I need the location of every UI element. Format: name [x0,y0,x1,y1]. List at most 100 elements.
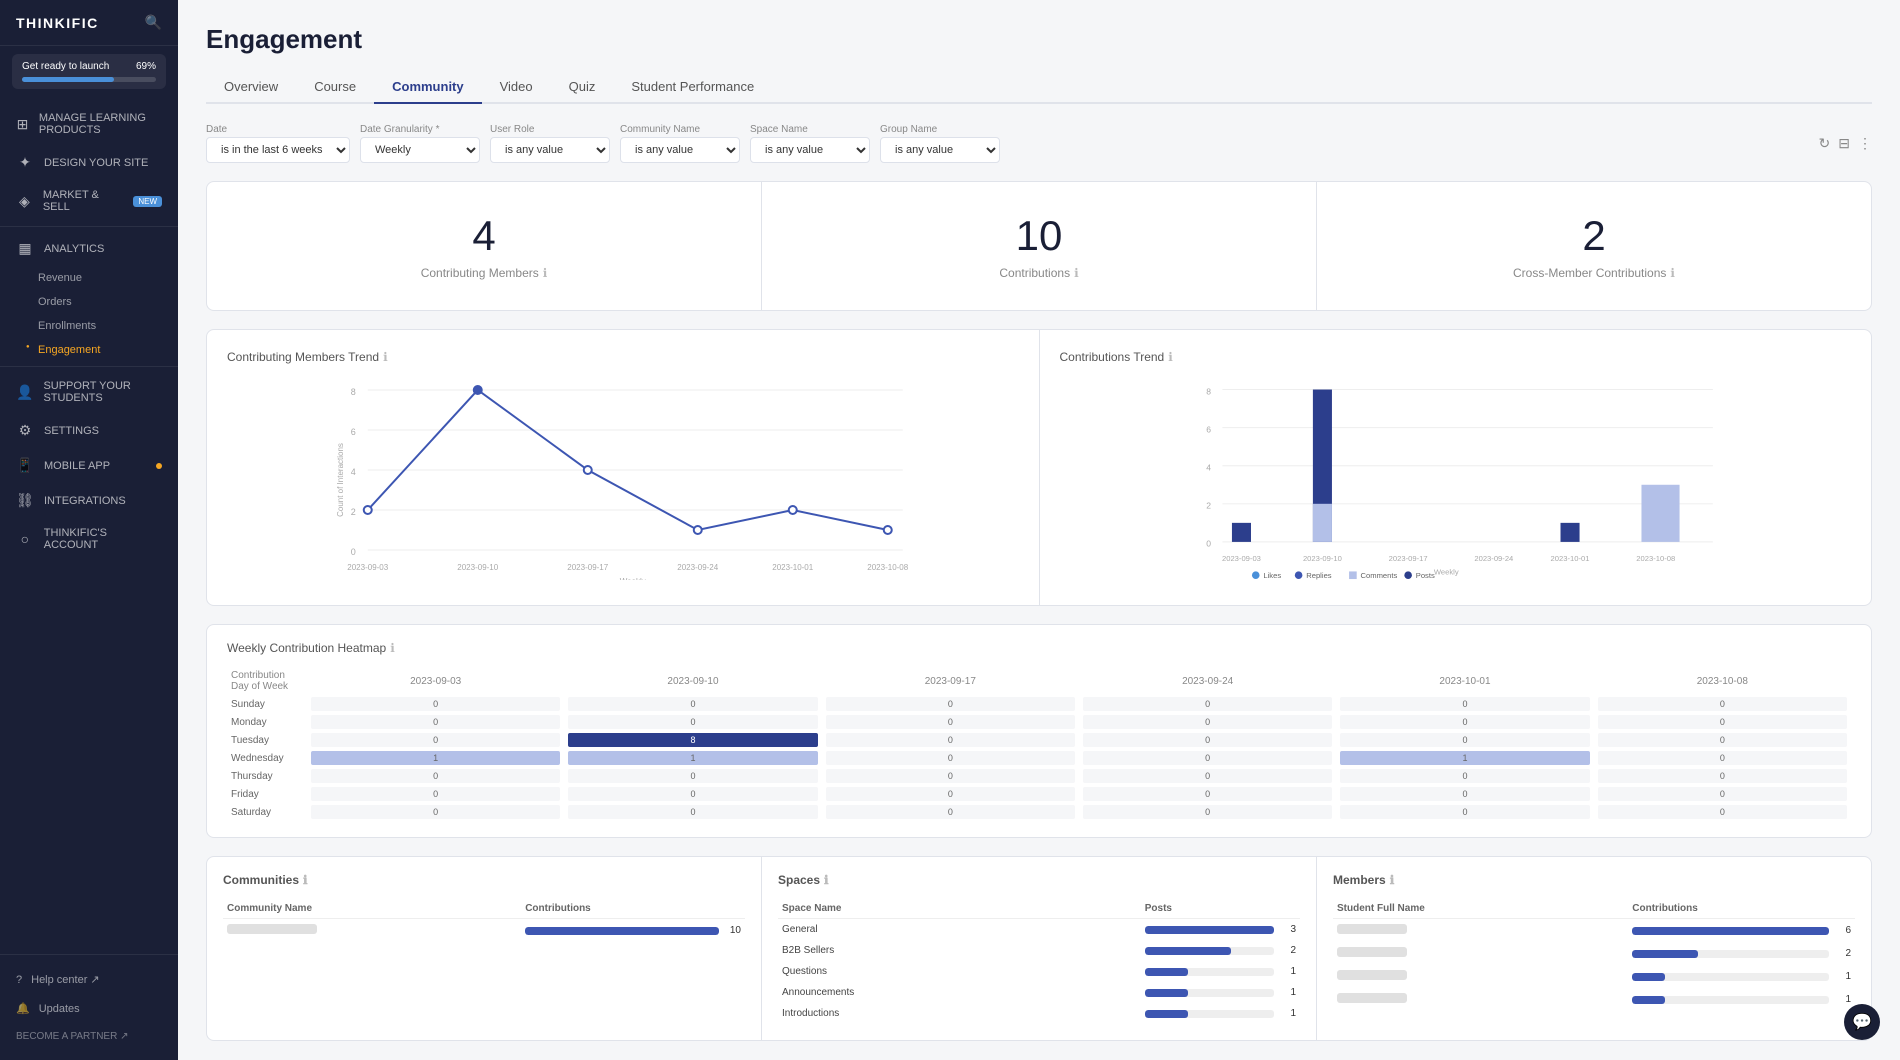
new-badge: NEW [133,196,162,207]
help-label: Help center ↗ [31,973,100,986]
granularity-select[interactable]: Weekly Daily Monthly [360,137,480,163]
sidebar-sub-revenue[interactable]: Revenue [0,266,178,290]
contributing-trend-info[interactable]: ℹ [383,350,388,364]
launch-fill [22,77,114,82]
date-select[interactable]: is in the last 6 weeks [206,137,350,163]
mobile-dot [156,463,162,469]
heatmap-cell: 0 [1079,803,1336,821]
space-bar-cell: 1 [1141,982,1300,1003]
sidebar-sub-engagement[interactable]: Engagement [0,338,178,362]
svg-text:Replies: Replies [1306,571,1332,580]
svg-text:2023-09-17: 2023-09-17 [567,563,608,572]
tab-community[interactable]: Community [374,71,482,104]
community-select[interactable]: is any value [620,137,740,163]
tab-quiz[interactable]: Quiz [551,71,614,104]
launch-pct: 69% [136,61,156,72]
contributions-info[interactable]: ℹ [1074,266,1079,280]
chat-bubble[interactable]: 💬 [1844,1004,1880,1040]
communities-info[interactable]: ℹ [303,873,308,887]
search-icon[interactable]: 🔍 [145,14,162,31]
partner-label: BECOME A PARTNER ↗ [16,1031,128,1042]
space-filter: Space Name is any value [750,124,870,163]
heatmap-cell: 0 [822,803,1079,821]
contributions-trend-info[interactable]: ℹ [1168,350,1173,364]
sidebar-item-market[interactable]: ◈ MARKET & SELL NEW [0,180,178,222]
sidebar-item-design[interactable]: ✦ DESIGN YOUR SITE [0,145,178,180]
contributing-trend-title: Contributing Members Trend ℹ [227,350,1019,364]
date-filter: Date is in the last 6 weeks [206,124,350,163]
mobile-icon: 📱 [16,457,34,474]
heatmap-cell: 0 [307,731,564,749]
svg-text:Comments: Comments [1360,571,1397,580]
members-info[interactable]: ℹ [1390,873,1395,887]
settings-label: SETTINGS [44,425,99,437]
heatmap-info[interactable]: ℹ [390,641,395,655]
sidebar-item-analytics[interactable]: ▦ ANALYTICS [0,231,178,266]
refresh-icon[interactable]: ↻ [1819,135,1831,152]
account-icon: ○ [16,531,34,547]
svg-text:2023-09-24: 2023-09-24 [677,563,718,572]
heatmap-day: Thursday [227,767,307,785]
svg-text:2023-09-10: 2023-09-10 [457,563,498,572]
cross-member-info[interactable]: ℹ [1670,266,1675,280]
members-data-table: Student Full Name Contributions 6211 [1333,899,1855,1011]
space-select[interactable]: is any value [750,137,870,163]
sidebar-sub-orders[interactable]: Orders [0,290,178,314]
sidebar-item-manage[interactable]: ⊞ MANAGE LEARNING PRODUCTS [0,103,178,145]
group-select[interactable]: is any value [880,137,1000,163]
stat-cards: 4 Contributing Members ℹ 10 Contribution… [206,181,1872,311]
enrollments-label: Enrollments [38,320,96,332]
user-role-select[interactable]: is any value [490,137,610,163]
heatmap-col-w1: 2023-09-03 [307,667,564,695]
sidebar-item-account[interactable]: ○ THINKIFIC'S ACCOUNT [0,518,178,560]
heatmap-day: Saturday [227,803,307,821]
heatmap-cell: 0 [307,695,564,713]
community-bar-cell: 10 [521,919,745,943]
sidebar-item-support[interactable]: 👤 SUPPORT YOUR STUDENTS [0,371,178,413]
updates-label: Updates [39,1003,80,1015]
communities-title: Communities ℹ [223,873,745,887]
member-name [1333,965,1628,988]
tab-bar: Overview Course Community Video Quiz Stu… [206,71,1872,104]
sidebar-item-mobile[interactable]: 📱 MOBILE APP [0,448,178,483]
cross-member-value: 2 [1341,212,1847,260]
heatmap-cell: 0 [822,749,1079,767]
integrations-icon: ⛓ [16,492,34,509]
sidebar-sub-enrollments[interactable]: Enrollments [0,314,178,338]
group-filter: Group Name is any value [880,124,1000,163]
page-title: Engagement [206,24,1872,55]
group-label: Group Name [880,124,1000,135]
updates-link[interactable]: 🔔 Updates [0,994,178,1023]
tab-overview[interactable]: Overview [206,71,296,104]
more-icon[interactable]: ⋮ [1858,135,1872,152]
table-row: 10 [223,919,745,943]
sidebar-item-integrations[interactable]: ⛓ INTEGRATIONS [0,483,178,518]
filter-icon[interactable]: ⊟ [1838,135,1850,152]
communities-col-name: Community Name [223,899,521,919]
help-icon: ? [16,974,22,986]
sidebar-item-settings[interactable]: ⚙ SETTINGS [0,413,178,448]
granularity-label: Date Granularity * [360,124,480,135]
heatmap-cell: 0 [1079,731,1336,749]
svg-text:Weekly: Weekly [1433,567,1458,576]
design-label: DESIGN YOUR SITE [44,157,148,169]
spaces-info[interactable]: ℹ [824,873,829,887]
tab-course[interactable]: Course [296,71,374,104]
spaces-title: Spaces ℹ [778,873,1300,887]
manage-icon: ⊞ [16,116,29,133]
sidebar: THINKIFIC 🔍 Get ready to launch 69% ⊞ MA… [0,0,178,1060]
partner-link[interactable]: BECOME A PARTNER ↗ [0,1023,178,1050]
help-center-link[interactable]: ? Help center ↗ [0,965,178,994]
user-role-label: User Role [490,124,610,135]
space-name: B2B Sellers [778,940,1141,961]
contributing-members-info[interactable]: ℹ [543,266,548,280]
manage-label: MANAGE LEARNING PRODUCTS [39,112,162,136]
space-label: Space Name [750,124,870,135]
tab-student-performance[interactable]: Student Performance [613,71,772,104]
tab-video[interactable]: Video [482,71,551,104]
launch-bar[interactable]: Get ready to launch 69% [12,54,166,89]
svg-text:0: 0 [351,547,356,557]
heatmap-cell: 0 [1594,713,1851,731]
svg-text:6: 6 [1206,424,1211,434]
heatmap-day: Tuesday [227,731,307,749]
